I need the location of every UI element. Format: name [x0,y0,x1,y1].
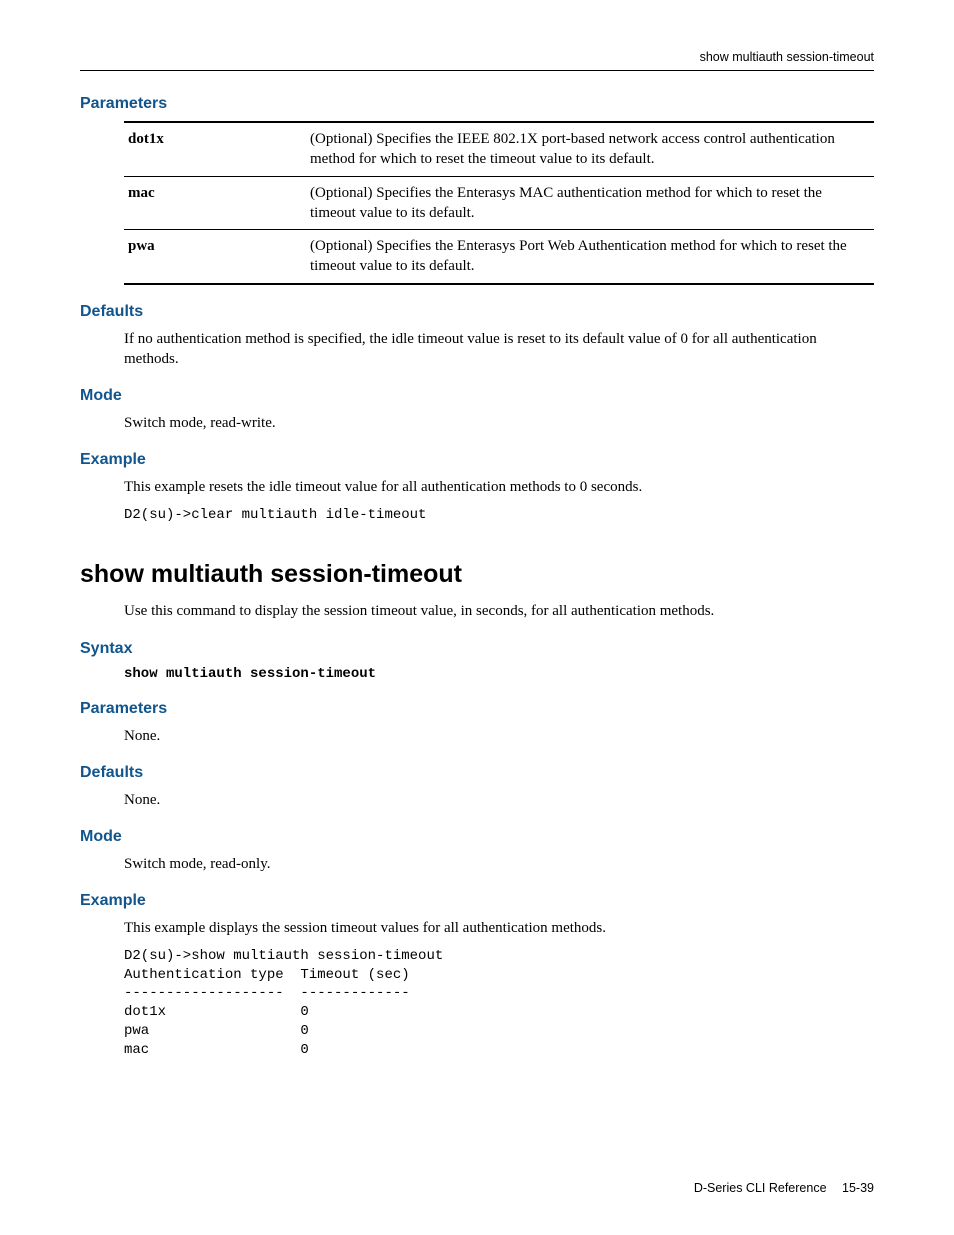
parameters-body-2: None. [124,726,874,746]
running-header: show multiauth session-timeout [80,50,874,64]
table-row: mac (Optional) Specifies the Enterasys M… [124,176,874,230]
defaults-heading-2: Defaults [80,764,874,782]
param-desc: (Optional) Specifies the Enterasys MAC a… [306,176,874,230]
defaults-text: If no authentication method is specified… [124,329,874,370]
defaults-text-2: None. [124,790,874,810]
defaults-heading: Defaults [80,303,874,321]
defaults-body-2: None. [124,790,874,810]
mode-heading: Mode [80,387,874,405]
param-name: dot1x [124,122,306,176]
example-code-2: D2(su)->show multiauth session-timeout A… [124,947,874,1060]
parameters-text-2: None. [124,726,874,746]
syntax-heading: Syntax [80,640,874,658]
table-row: pwa (Optional) Specifies the Enterasys P… [124,230,874,284]
example-heading: Example [80,451,874,469]
command-title: show multiauth session-timeout [80,560,874,589]
param-desc: (Optional) Specifies the IEEE 802.1X por… [306,122,874,176]
example-code: D2(su)->clear multiauth idle-timeout [124,506,874,525]
syntax-code: show multiauth session-timeout [124,666,874,682]
param-name: pwa [124,230,306,284]
footer-page-number: 15-39 [842,1181,874,1195]
parameters-heading-2: Parameters [80,700,874,718]
page-footer: D-Series CLI Reference 15-39 [694,1181,874,1195]
footer-doc-title: D-Series CLI Reference [694,1181,827,1195]
example-body: This example resets the idle timeout val… [124,477,874,524]
mode-text: Switch mode, read-write. [124,413,874,433]
example-text-2: This example displays the session timeou… [124,918,874,938]
page: show multiauth session-timeout Parameter… [0,0,954,1235]
table-row: dot1x (Optional) Specifies the IEEE 802.… [124,122,874,176]
param-name: mac [124,176,306,230]
parameters-table: dot1x (Optional) Specifies the IEEE 802.… [124,121,874,285]
mode-heading-2: Mode [80,828,874,846]
example-heading-2: Example [80,892,874,910]
defaults-body: If no authentication method is specified… [124,329,874,370]
example-text: This example resets the idle timeout val… [124,477,874,497]
header-rule [80,70,874,71]
syntax-body: show multiauth session-timeout [124,666,874,682]
mode-body-2: Switch mode, read-only. [124,854,874,874]
parameters-table-wrap: dot1x (Optional) Specifies the IEEE 802.… [124,121,874,285]
mode-body: Switch mode, read-write. [124,413,874,433]
mode-text-2: Switch mode, read-only. [124,854,874,874]
intro-body: Use this command to display the session … [124,601,874,621]
parameters-heading: Parameters [80,95,874,113]
param-desc: (Optional) Specifies the Enterasys Port … [306,230,874,284]
intro-text: Use this command to display the session … [124,601,874,621]
example-body-2: This example displays the session timeou… [124,918,874,1060]
